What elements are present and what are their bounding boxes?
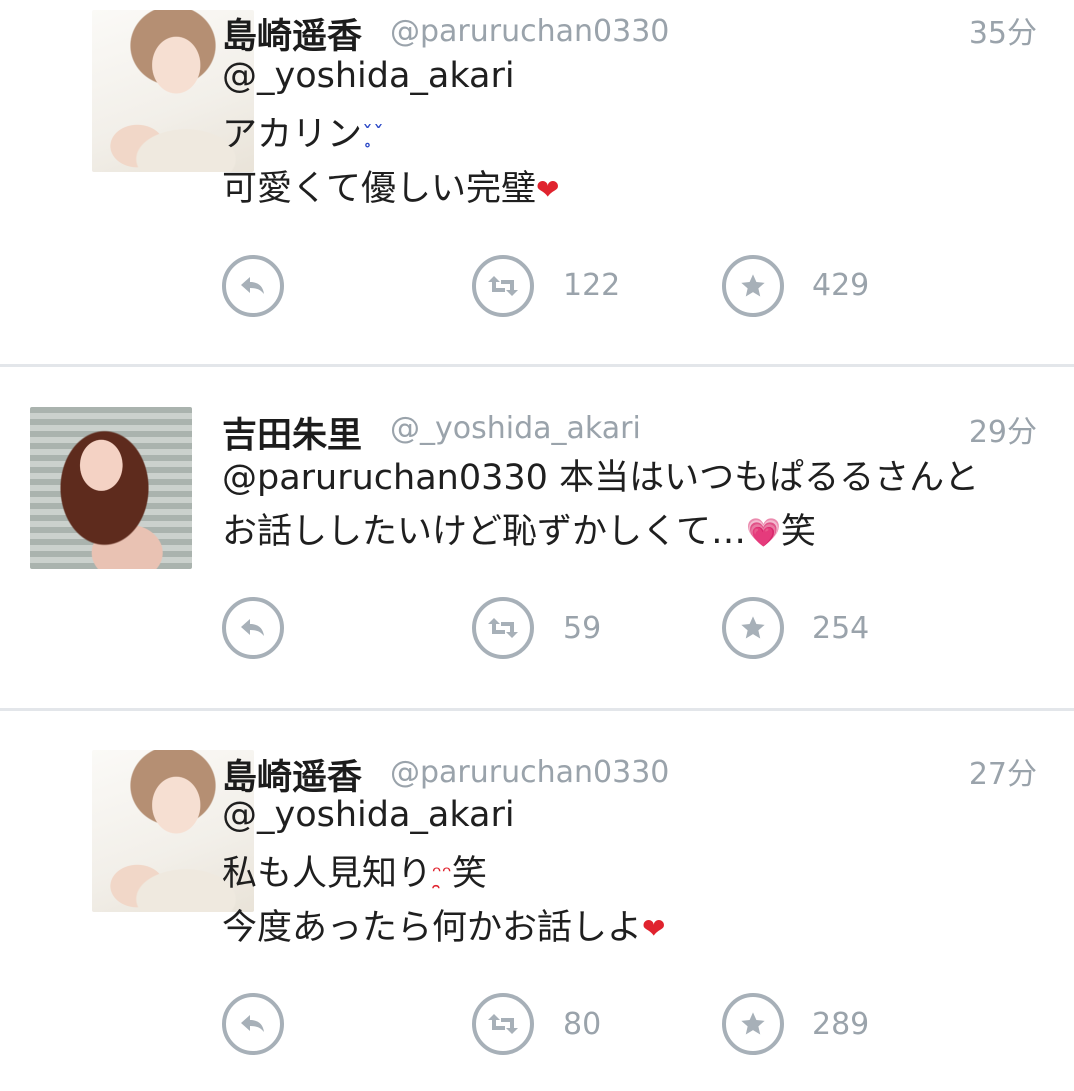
tweet-text-line: 今度あったら何かお話しよ❤ — [222, 899, 665, 950]
display-name[interactable]: 島崎遥香 — [222, 749, 362, 800]
retweet-count: 80 — [563, 1007, 602, 1042]
retweet-count: 59 — [563, 611, 602, 646]
retweet-icon — [488, 1014, 518, 1034]
retweet-icon — [488, 276, 518, 296]
retweet-button[interactable] — [472, 255, 534, 317]
like-count: 289 — [812, 1007, 870, 1042]
like-count: 429 — [812, 268, 870, 303]
mention-link[interactable]: @_yoshida_akari — [222, 795, 515, 835]
retweet-button[interactable] — [472, 597, 534, 659]
tweet-text-line: お話ししたいけど恥ずかしくて…💗笑 — [222, 503, 816, 554]
timestamp: 35分 — [968, 16, 1037, 51]
like-button[interactable] — [722, 597, 784, 659]
reply-button[interactable] — [222, 255, 284, 317]
tweet-text-line: @paruruchan0330 本当はいつもぱるるさんと — [222, 458, 980, 498]
like-button[interactable] — [722, 993, 784, 1055]
retweet-icon — [488, 618, 518, 638]
like-count: 254 — [812, 611, 870, 646]
reply-button[interactable] — [222, 993, 284, 1055]
tweet-text: 笑 — [451, 854, 487, 894]
username[interactable]: @_yoshida_akari — [390, 411, 641, 446]
tweet-text: アカリン — [222, 115, 363, 155]
tweet-1[interactable]: 島崎遥香 @paruruchan0330 35分 @_yoshida_akari… — [0, 0, 1074, 363]
heart-icon: ❤ — [642, 912, 666, 945]
tweet-3[interactable]: 島崎遥香 @paruruchan0330 27分 @_yoshida_akari… — [0, 711, 1074, 1091]
reply-button[interactable] — [222, 597, 284, 659]
reply-icon — [241, 619, 264, 636]
tweet-text: 私も人見知り — [222, 854, 433, 894]
tweet-text-line: 私も人見知りᵔ̯ᵔ笑 — [222, 845, 487, 896]
tweet-text: お話ししたいけど恥ずかしくて… — [222, 512, 746, 552]
timestamp: 29分 — [968, 415, 1037, 450]
username[interactable]: @paruruchan0330 — [390, 14, 669, 49]
tweet-2[interactable]: 吉田朱里 @_yoshida_akari 29分 @paruruchan0330… — [0, 367, 1074, 707]
retweet-count: 122 — [563, 268, 621, 303]
timestamp: 27分 — [968, 757, 1037, 792]
mention-link[interactable]: @_yoshida_akari — [222, 56, 515, 96]
avatar[interactable] — [30, 407, 192, 569]
like-button[interactable] — [722, 255, 784, 317]
pout-face-icon: ᵔ̯ᵔ — [432, 861, 452, 889]
star-icon — [741, 1012, 765, 1035]
username[interactable]: @paruruchan0330 — [390, 755, 669, 790]
tweet-text: 笑 — [780, 512, 816, 552]
heart-icon: 💗 — [745, 516, 781, 549]
heart-icon: ❤ — [535, 173, 560, 206]
tweet-text-line: 可愛くて優しい完璧❤ — [222, 160, 559, 211]
sweat-face-icon: ˇ̥ˇ — [362, 123, 385, 148]
tweet-text-line: アカリンˇ̥ˇ — [222, 106, 384, 157]
tweet-text: 今度あったら何かお話しよ — [222, 908, 643, 948]
retweet-button[interactable] — [472, 993, 534, 1055]
reply-icon — [241, 1015, 264, 1032]
reply-icon — [241, 277, 264, 294]
display-name[interactable]: 島崎遥香 — [222, 8, 362, 59]
star-icon — [741, 616, 765, 639]
star-icon — [741, 274, 765, 297]
tweet-text: 可愛くて優しい完璧 — [222, 169, 536, 209]
